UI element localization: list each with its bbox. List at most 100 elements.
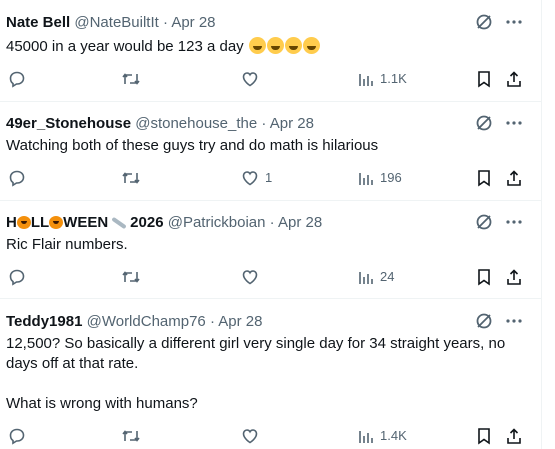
tweet-actions: 1.4K <box>0 427 541 447</box>
reply-button[interactable] <box>8 70 26 88</box>
share-button[interactable] <box>505 169 523 187</box>
tweet-actions: 1 196 <box>0 169 541 189</box>
retweet-button[interactable] <box>121 70 141 88</box>
tweet-text-line: 12,500? So basically a different girl ve… <box>6 335 506 352</box>
author-handle[interactable]: @WorldChamp76 <box>87 313 206 330</box>
tweet-text-line: What is wrong with humans? <box>6 395 198 412</box>
bookmark-icon <box>476 70 492 88</box>
jack-o-lantern-icon <box>49 216 64 229</box>
tweet-top-icons <box>475 114 523 137</box>
author-handle[interactable]: @stonehouse_the <box>135 115 257 132</box>
bookmark-icon <box>476 169 492 187</box>
like-button[interactable]: 1 <box>241 169 272 187</box>
tweet-top-icons <box>475 13 523 36</box>
tweet-actions: 24 <box>0 268 541 288</box>
like-count: 1 <box>265 170 273 185</box>
views-count: 24 <box>380 269 395 284</box>
author-name[interactable]: H LL WEEN 2026 <box>6 214 164 231</box>
reply-icon <box>8 427 26 445</box>
like-button[interactable] <box>241 427 259 445</box>
views-icon <box>358 427 374 445</box>
share-button[interactable] <box>505 427 523 445</box>
share-icon <box>505 70 523 88</box>
grok-icon[interactable] <box>475 312 493 335</box>
share-icon <box>505 169 523 187</box>
bookmark-button[interactable] <box>476 427 492 445</box>
tweet-header: H LL WEEN 2026 @Patrickboian · Apr 28 <box>6 214 322 232</box>
views-button[interactable]: 1.4K <box>358 427 407 445</box>
like-button[interactable] <box>241 268 259 286</box>
share-icon <box>505 268 523 286</box>
more-icon[interactable] <box>505 13 523 36</box>
views-icon <box>358 268 374 286</box>
tweet[interactable]: Teddy1981 @WorldChamp76 · Apr 28 12,500?… <box>0 299 541 449</box>
like-button[interactable] <box>241 70 259 88</box>
laughing-emoji <box>248 37 320 55</box>
tweet[interactable]: H LL WEEN 2026 @Patrickboian · Apr 28 Ric F… <box>0 201 541 299</box>
views-count: 1.1K <box>380 71 407 86</box>
author-name-part: H <box>6 214 17 231</box>
author-name[interactable]: Nate Bell <box>6 14 70 31</box>
retweet-icon <box>121 427 141 445</box>
more-icon[interactable] <box>505 114 523 137</box>
more-icon[interactable] <box>505 312 523 335</box>
retweet-icon <box>121 268 141 286</box>
reply-icon <box>8 70 26 88</box>
bookmark-icon <box>476 268 492 286</box>
like-icon <box>241 427 259 445</box>
grok-icon[interactable] <box>475 213 493 236</box>
grok-icon[interactable] <box>475 114 493 137</box>
retweet-button[interactable] <box>121 268 141 286</box>
jack-o-lantern-icon <box>16 216 31 229</box>
like-icon <box>241 70 259 88</box>
views-icon <box>358 70 374 88</box>
bookmark-button[interactable] <box>476 70 492 88</box>
share-button[interactable] <box>505 268 523 286</box>
like-icon <box>241 169 259 187</box>
tweet-text: Watching both of these guys try and do m… <box>6 137 379 154</box>
reply-button[interactable] <box>8 169 26 187</box>
share-icon <box>505 427 523 445</box>
separator-dot: · <box>162 14 168 31</box>
retweet-icon <box>121 169 141 187</box>
author-name[interactable]: Teddy1981 <box>6 313 82 330</box>
tweet[interactable]: 49er_Stonehouse @stonehouse_the · Apr 28… <box>0 102 541 201</box>
views-button[interactable]: 196 <box>358 169 402 187</box>
tweet[interactable]: Nate Bell @NateBuiltIt · Apr 28 45000 in… <box>0 0 541 102</box>
separator-dot: · <box>269 214 275 231</box>
bookmark-button[interactable] <box>476 169 492 187</box>
tweet-top-icons <box>475 312 523 335</box>
more-icon[interactable] <box>505 213 523 236</box>
reply-feed: Nate Bell @NateBuiltIt · Apr 28 45000 in… <box>0 0 542 449</box>
knife-icon <box>111 216 127 230</box>
reply-icon <box>8 169 26 187</box>
views-count: 196 <box>380 170 402 185</box>
author-handle[interactable]: @Patrickboian <box>168 214 266 231</box>
reply-button[interactable] <box>8 268 26 286</box>
views-button[interactable]: 1.1K <box>358 70 407 88</box>
timestamp[interactable]: Apr 28 <box>278 214 322 231</box>
author-name[interactable]: 49er_Stonehouse <box>6 115 131 132</box>
bookmark-button[interactable] <box>476 268 492 286</box>
views-icon <box>358 169 374 187</box>
share-button[interactable] <box>505 70 523 88</box>
bookmark-icon <box>476 427 492 445</box>
tweet-top-icons <box>475 213 523 236</box>
tweet-header: Teddy1981 @WorldChamp76 · Apr 28 <box>6 313 263 331</box>
tweet-text: Ric Flair numbers. <box>6 236 128 253</box>
like-icon <box>241 268 259 286</box>
separator-dot: · <box>209 313 215 330</box>
tweet-actions: 1.1K <box>0 70 541 90</box>
tweet-text-line: days off at that rate. <box>6 355 139 372</box>
retweet-button[interactable] <box>121 169 141 187</box>
reply-button[interactable] <box>8 427 26 445</box>
views-button[interactable]: 24 <box>358 268 394 286</box>
grok-icon[interactable] <box>475 13 493 36</box>
retweet-button[interactable] <box>121 427 141 445</box>
retweet-icon <box>121 70 141 88</box>
timestamp[interactable]: Apr 28 <box>218 313 262 330</box>
timestamp[interactable]: Apr 28 <box>270 115 314 132</box>
tweet-header: 49er_Stonehouse @stonehouse_the · Apr 28 <box>6 115 314 133</box>
timestamp[interactable]: Apr 28 <box>171 14 215 31</box>
author-handle[interactable]: @NateBuiltIt <box>74 14 158 31</box>
